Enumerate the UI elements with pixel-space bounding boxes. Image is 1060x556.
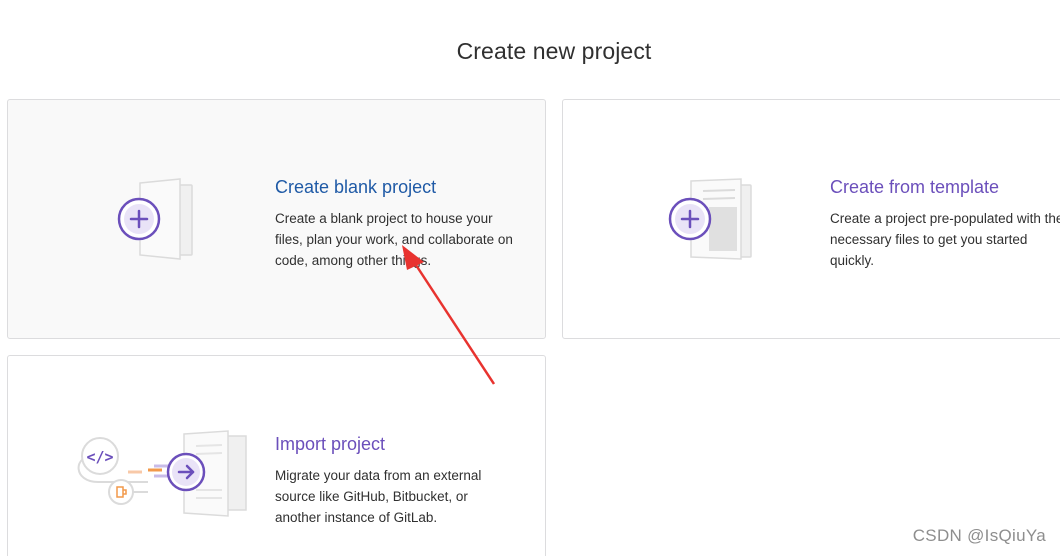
card-text: Import project Migrate your data from an… (275, 433, 535, 528)
card-description: Create a blank project to house your fil… (275, 211, 513, 268)
svg-text:</>: </> (86, 448, 113, 466)
template-document-icon (665, 175, 765, 265)
card-title: Create blank project (275, 177, 437, 197)
import-illustration-icon: </> (68, 430, 248, 522)
new-project-page: Create new project Create blank project … (0, 0, 1060, 556)
card-description: Create a project pre-populated with the … (830, 211, 1060, 268)
card-text: Create from template Create a project pr… (830, 176, 1060, 271)
create-blank-project-card[interactable]: Create blank project Create a blank proj… (7, 99, 546, 339)
card-title: Import project (275, 434, 386, 454)
watermark: CSDN @IsQiuYa (912, 526, 1046, 545)
card-description: Migrate your data from an external sourc… (275, 468, 482, 525)
page-title: Create new project (456, 38, 652, 64)
create-from-template-card[interactable]: Create from template Create a project pr… (562, 99, 1060, 339)
import-project-card[interactable]: </> Import project Migrate your data fro… (7, 355, 546, 556)
plus-document-icon (110, 175, 210, 265)
card-text: Create blank project Create a blank proj… (275, 176, 535, 271)
card-title: Create from template (830, 177, 1000, 197)
